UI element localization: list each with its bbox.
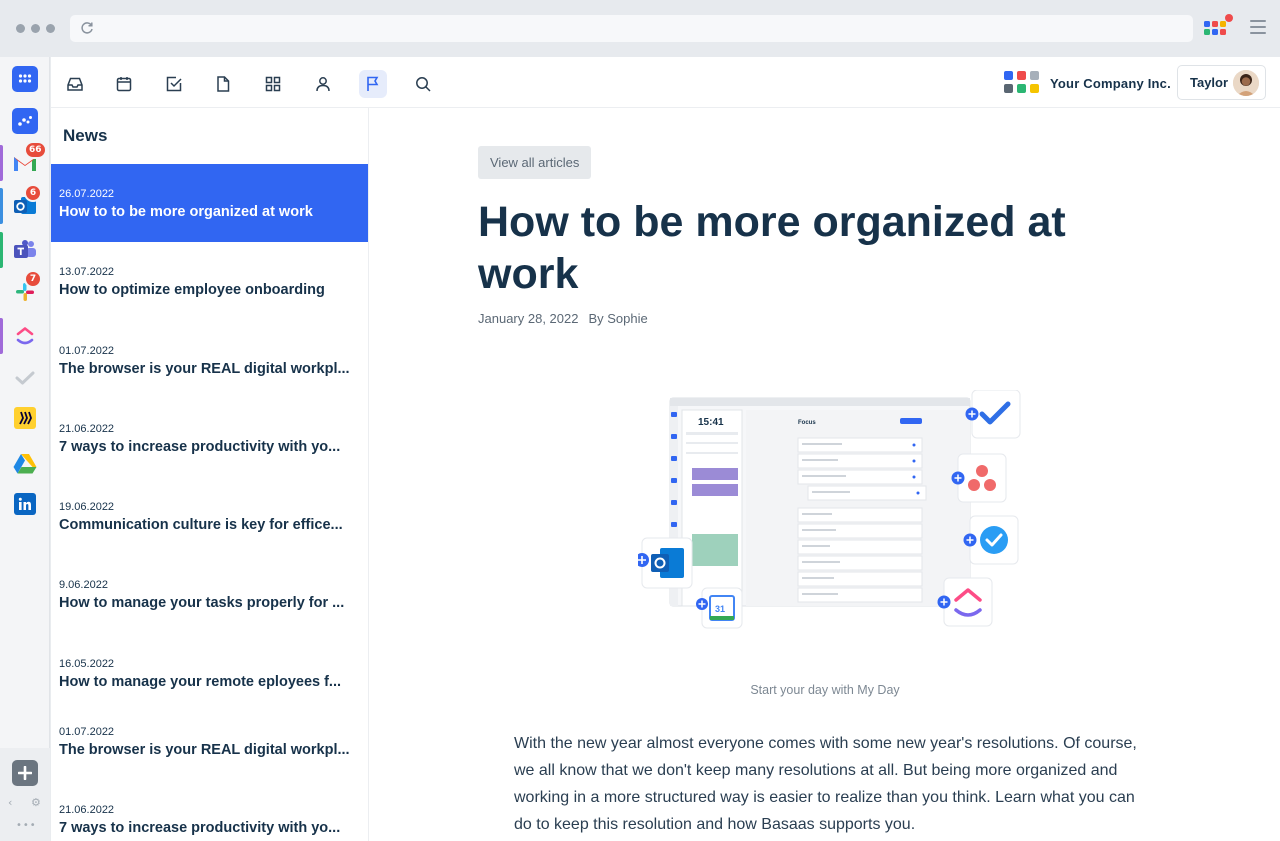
hamburger-icon[interactable] <box>1250 20 1266 36</box>
news-date: 9.06.2022 <box>59 579 108 591</box>
settings-gear-icon[interactable]: ⚙ <box>31 796 41 809</box>
article-meta: January 28, 2022 By Sophie <box>478 311 648 326</box>
notification-dot <box>1225 14 1233 22</box>
window-dot[interactable] <box>46 24 55 33</box>
unread-badge: 6 <box>24 184 42 202</box>
outlook-icon[interactable]: 6 <box>12 184 42 219</box>
article-title: How to be more organized at work <box>478 198 1066 298</box>
article-view: View all articles How to be more organiz… <box>370 108 1280 841</box>
company-name: Your Company Inc. <box>1050 75 1171 91</box>
news-title: How to to be more organized at work <box>59 204 313 220</box>
window-controls <box>16 24 55 33</box>
apps-grid-icon[interactable] <box>12 66 38 92</box>
news-title: How to manage your tasks properly for ..… <box>59 595 345 611</box>
news-date: 19.06.2022 <box>59 501 115 513</box>
news-date: 01.07.2022 <box>59 345 115 357</box>
news-item[interactable]: 21.06.2022 7 ways to increase productivi… <box>51 399 368 477</box>
more-dots-icon[interactable]: ••• <box>16 820 37 831</box>
address-bar[interactable] <box>70 15 1193 42</box>
news-item[interactable]: 9.06.2022 How to manage your tasks prope… <box>51 555 368 633</box>
dock-footer: ‹ ⚙ ••• <box>0 748 50 841</box>
company-switcher[interactable]: Your Company Inc. <box>1004 70 1171 96</box>
slack-icon[interactable]: 7 <box>12 270 42 305</box>
news-item[interactable]: 16.05.2022 How to manage your remote epl… <box>51 634 368 712</box>
article-author: By Sophie <box>588 311 648 326</box>
person-icon[interactable] <box>309 70 337 98</box>
outlook-tile <box>638 537 693 589</box>
news-item[interactable]: 19.06.2022 Communication culture is key … <box>51 477 368 555</box>
dashboard-grid-icon[interactable] <box>259 70 287 98</box>
avatar <box>1233 70 1259 96</box>
news-item[interactable]: 13.07.2022 How to optimize employee onbo… <box>51 242 368 320</box>
news-title: Communication culture is key for effice.… <box>59 517 343 533</box>
checkmark-icon[interactable] <box>12 365 38 391</box>
unread-badge: 7 <box>24 270 42 288</box>
flag-icon[interactable] <box>359 70 387 98</box>
microsoft-todo-tile <box>965 390 1021 439</box>
article-body: With the new year almost everyone comes … <box>514 735 1137 833</box>
article-date: January 28, 2022 <box>478 311 579 326</box>
teams-icon[interactable] <box>12 237 38 263</box>
collapse-chevron-icon[interactable]: ‹ <box>8 796 12 809</box>
news-title: How to manage your remote eployees f... <box>59 674 342 690</box>
my-day-illustration: 15:41 Focus 31 <box>638 390 1021 629</box>
window-dot[interactable] <box>31 24 40 33</box>
linkedin-icon[interactable] <box>14 493 36 515</box>
google-drive-icon[interactable] <box>12 450 38 476</box>
unread-badge: 66 <box>24 141 47 159</box>
news-date: 16.05.2022 <box>59 658 115 670</box>
user-name: Taylor <box>1190 75 1229 90</box>
news-item[interactable]: 21.06.2022 7 ways to increase productivi… <box>51 780 368 841</box>
inbox-icon[interactable] <box>61 70 89 98</box>
asana-tile <box>951 453 1007 503</box>
news-date: 13.07.2022 <box>59 266 115 278</box>
extensions-grid-icon[interactable] <box>1204 19 1228 39</box>
news-title: 7 ways to increase productivity with yo.… <box>59 439 341 455</box>
image-caption: Start your day with My Day <box>750 683 900 697</box>
calendar-icon[interactable] <box>110 70 138 98</box>
news-date: 01.07.2022 <box>59 726 115 738</box>
clickup-tile <box>937 577 993 627</box>
gmail-icon[interactable]: 66 <box>12 141 47 176</box>
news-item[interactable]: 26.07.2022 How to to be more organized a… <box>51 164 368 242</box>
news-date: 21.06.2022 <box>59 423 115 435</box>
add-app-button[interactable] <box>12 760 38 786</box>
miro-icon[interactable] <box>14 407 36 429</box>
news-date: 26.07.2022 <box>59 188 115 200</box>
news-list: News 26.07.2022 How to to be more organi… <box>51 108 369 841</box>
document-icon[interactable] <box>209 70 237 98</box>
company-logo <box>1004 71 1040 95</box>
app-window: Your Company Inc. Taylor News 26.07.2022… <box>51 57 1280 841</box>
illustration-focus-label: Focus <box>798 420 816 426</box>
window-dot[interactable] <box>16 24 25 33</box>
news-title: 7 ways to increase productivity with yo.… <box>59 820 341 836</box>
news-title: The browser is your REAL digital workpl.… <box>59 742 350 758</box>
search-icon[interactable] <box>409 70 437 98</box>
news-title: The browser is your REAL digital workpl.… <box>59 361 350 377</box>
user-menu[interactable]: Taylor <box>1177 65 1266 100</box>
svg-text:31: 31 <box>715 604 725 614</box>
news-list-title: News <box>63 126 108 145</box>
illustration-clock: 15:41 <box>698 417 724 428</box>
news-title: How to optimize employee onboarding <box>59 282 325 298</box>
view-all-articles-button[interactable]: View all articles <box>478 146 592 179</box>
clickup-icon[interactable] <box>12 323 38 349</box>
check-task-tile <box>963 515 1019 565</box>
app-dock: 66 6 7 ‹ ⚙ ••• <box>0 57 50 841</box>
reload-icon[interactable] <box>79 20 95 36</box>
browser-chrome <box>0 0 1280 57</box>
google-calendar-tile: 31 <box>696 587 743 629</box>
basaas-icon[interactable] <box>12 108 38 134</box>
news-item[interactable]: 01.07.2022 The browser is your REAL digi… <box>51 702 368 780</box>
task-check-icon[interactable] <box>160 70 188 98</box>
news-item[interactable]: 01.07.2022 The browser is your REAL digi… <box>51 321 368 399</box>
news-date: 21.06.2022 <box>59 804 115 816</box>
top-toolbar: Your Company Inc. Taylor <box>51 57 1280 108</box>
